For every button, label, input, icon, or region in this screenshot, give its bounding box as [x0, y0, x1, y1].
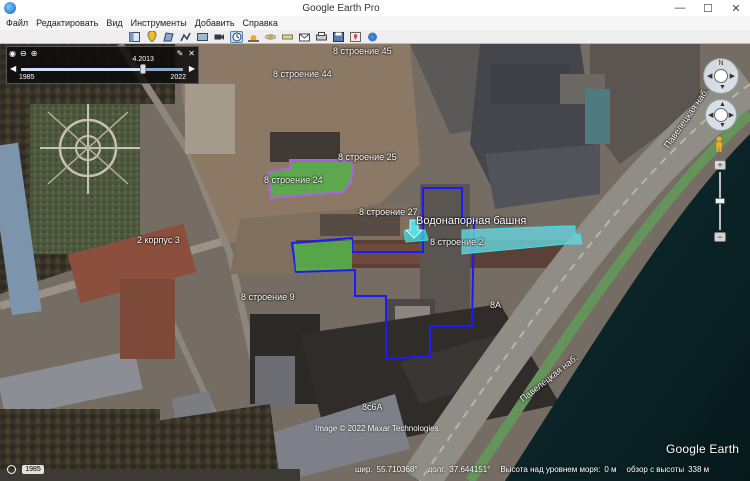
panel-close-icon[interactable]: ✕ [188, 49, 195, 58]
longitude-value: 37.644151° [449, 464, 491, 474]
time-max-year: 2022 [170, 74, 186, 81]
label-building-24: 8 строение 24 [264, 175, 323, 185]
google-earth-app-icon [4, 2, 16, 14]
pegman-icon[interactable] [714, 136, 724, 152]
google-earth-logo: Google Earth [666, 442, 740, 456]
label-building-8c6a: 8с6А [362, 402, 383, 412]
label-building-25: 8 строение 25 [338, 152, 397, 162]
imagery-copyright: Image © 2022 Maxar Technologies [315, 424, 439, 433]
save-image-icon[interactable] [332, 31, 345, 43]
elevation-value: 0 м [604, 464, 617, 474]
compass-eye-icon[interactable] [714, 69, 728, 83]
compass-ring[interactable]: N ◀ ▶ ▼ [703, 58, 739, 94]
image-overlay-icon[interactable] [196, 31, 209, 43]
time-min-year: 1985 [19, 74, 35, 81]
earth-gallery-icon[interactable] [366, 31, 379, 43]
zoom-out-button[interactable]: − [714, 232, 726, 242]
label-building-27: 8 строение 27 [359, 207, 418, 217]
latitude-value: 55.710368° [376, 464, 418, 474]
status-bar: шир. 55.710368° долг. 37.644151° Высота … [355, 463, 750, 475]
satellite-imagery [0, 44, 750, 481]
time-slider-track[interactable] [21, 68, 183, 71]
sidebar-toggle-icon[interactable] [128, 31, 141, 43]
eye-altitude-label: обзор с высоты [626, 464, 685, 474]
time-slider-thumb[interactable] [139, 64, 146, 74]
look-up-icon[interactable]: ▲ [719, 101, 726, 108]
menu-add[interactable]: Добавить [195, 18, 235, 28]
minimize-button[interactable]: — [666, 0, 694, 16]
longitude-label: долг. [427, 464, 446, 474]
hand-icon[interactable] [714, 108, 728, 122]
label-building-2: 8 строение 2 [430, 237, 484, 247]
toolbar [0, 30, 750, 44]
look-left-icon[interactable]: ◀ [708, 111, 713, 119]
close-button[interactable]: ✕ [722, 0, 750, 16]
path-icon[interactable] [179, 31, 192, 43]
menu-view[interactable]: Вид [106, 18, 122, 28]
label-building-44: 8 строение 44 [273, 69, 332, 79]
zoom-in-button[interactable]: + [714, 160, 726, 170]
label-building-9: 8 строение 9 [241, 292, 295, 302]
google-maps-icon[interactable] [349, 31, 362, 43]
email-icon[interactable] [298, 31, 311, 43]
placemark-icon[interactable] [145, 31, 158, 43]
latitude-label: шир. [355, 464, 373, 474]
menu-edit[interactable]: Редактировать [36, 18, 98, 28]
map-viewport[interactable]: 8 строение 45 8 строение 44 8 строение 2… [0, 44, 750, 481]
imagery-year-badge: 1985 [22, 465, 44, 474]
pan-left-icon[interactable]: ◀ [707, 72, 712, 80]
label-building-45: 8 строение 45 [333, 46, 392, 56]
look-joystick[interactable]: ▲ ◀ ▶ ▼ [705, 99, 737, 131]
label-korpus-3: 2 корпус 3 [137, 235, 180, 245]
wrench-icon[interactable]: ✎ [177, 49, 184, 58]
look-right-icon[interactable]: ▶ [729, 111, 734, 119]
imagery-date-icon [7, 465, 16, 474]
eye-altitude-value: 338 м [688, 464, 710, 474]
ruler-icon[interactable] [281, 31, 294, 43]
label-building-8a: 8А [490, 300, 502, 310]
title-bar: Google Earth Pro — ☐ ✕ [0, 0, 750, 16]
zoom-thumb[interactable] [715, 198, 725, 204]
maximize-button[interactable]: ☐ [694, 0, 722, 16]
sunlight-icon[interactable] [247, 31, 260, 43]
clock-icon[interactable]: ◉ [9, 49, 16, 58]
time-current-label: 4.2013 [132, 56, 154, 63]
pan-down-icon[interactable]: ▼ [719, 84, 726, 91]
time-forward-icon[interactable]: ▶ [189, 64, 195, 73]
menu-file[interactable]: Файл [6, 18, 28, 28]
zoom-in-time-icon[interactable]: ⊕ [31, 49, 38, 58]
menu-help[interactable]: Справка [243, 18, 278, 28]
elevation-label: Высота над уровнем моря: [500, 464, 601, 474]
time-back-icon[interactable]: ◀ [10, 64, 16, 73]
window-title: Google Earth Pro [302, 2, 380, 14]
zoom-out-time-icon[interactable]: ⊖ [20, 49, 27, 58]
look-down-icon[interactable]: ▼ [719, 122, 726, 129]
print-icon[interactable] [315, 31, 328, 43]
menu-bar: Файл Редактировать Вид Инструменты Добав… [0, 16, 750, 30]
polygon-icon[interactable] [162, 31, 175, 43]
menu-tools[interactable]: Инструменты [131, 18, 187, 28]
label-water-tower[interactable]: Водонапорная башня [416, 215, 526, 227]
zoom-slider[interactable]: + − [714, 160, 726, 244]
historical-imagery-icon[interactable] [230, 30, 243, 43]
record-tour-icon[interactable] [213, 31, 226, 43]
planets-icon[interactable] [264, 31, 277, 43]
north-indicator[interactable]: N [718, 60, 723, 67]
historical-imagery-slider-panel: ◉ ⊖ ⊕ ✎ ✕ ◀ ▶ 4.2013 1985 2022 [6, 46, 199, 84]
pan-right-icon[interactable]: ▶ [730, 72, 735, 80]
